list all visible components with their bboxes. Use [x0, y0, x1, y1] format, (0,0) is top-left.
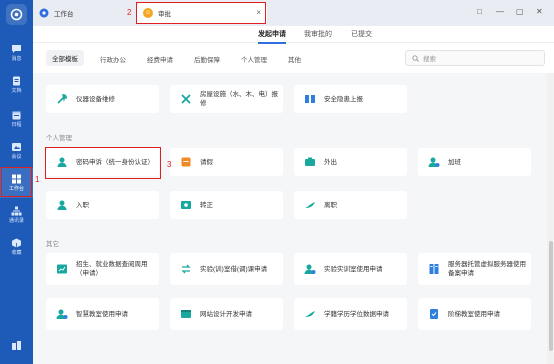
filter-personal[interactable]: 个人管理 [241, 54, 267, 64]
calendar-icon [12, 111, 21, 120]
document-icon [13, 76, 20, 86]
data-chart-icon [57, 264, 67, 274]
content-scrollbar[interactable] [547, 73, 554, 364]
building-icon[interactable] [11, 340, 22, 351]
template-card[interactable]: 学籍学历学位数据申请 [294, 298, 407, 330]
template-card[interactable]: 实验实训室使用申请 [294, 253, 407, 285]
sidebar-item-label: 文档 [11, 88, 22, 94]
swap-icon [181, 264, 191, 274]
template-card[interactable]: 离职 [294, 191, 407, 219]
filter-admin[interactable]: 行政办公 [100, 54, 126, 64]
sidebar-item-label: 消息 [11, 56, 22, 62]
filter-other[interactable]: 其他 [288, 54, 301, 64]
regularization-icon [181, 201, 191, 209]
approval-subtabs: 发起申请 我审批的 已提交 [33, 26, 554, 44]
tab-workbench[interactable]: 工作台 [39, 3, 129, 23]
annotation-box-password-appeal [45, 147, 161, 179]
template-card[interactable]: 入职 [46, 191, 159, 219]
maximize-icon[interactable]: ▢ [516, 7, 524, 16]
template-card[interactable]: 外出 [294, 148, 407, 176]
annotation-number: 2 [127, 8, 132, 17]
student-record-icon [305, 311, 315, 317]
filter-all[interactable]: 全部模板 [46, 50, 84, 66]
workbench-icon [39, 8, 49, 18]
template-card[interactable]: 请假 [170, 148, 283, 176]
annotation-number: 3 [167, 160, 172, 169]
search-icon [412, 54, 419, 62]
section-title-other: 其它 [46, 241, 59, 248]
lecture-hall-icon [430, 309, 438, 319]
cube-icon [12, 238, 21, 248]
approval-main: 发起申请 我审批的 已提交 全部模板 行政办公 经费申请 后勤保障 个人管理 其… [33, 26, 554, 364]
template-card[interactable]: 智慧教室使用申请 [46, 298, 159, 330]
minimize-icon[interactable]: — [496, 7, 504, 16]
template-card[interactable]: 招生、就业数据查阅周用（申请） [46, 253, 159, 285]
template-card[interactable]: 网站设计开发申请 [170, 298, 283, 330]
lab-user-icon [304, 264, 316, 274]
sidebar-item-label: 通讯录 [8, 218, 24, 224]
close-window-icon[interactable]: ✕ [536, 7, 543, 16]
sidebar-item-favorites[interactable]: 收藏 [0, 232, 33, 262]
sidebar-item-meeting[interactable]: 会议 [0, 136, 33, 166]
sidebar-item-label: 日程 [11, 122, 22, 128]
template-card[interactable]: 仪器设备维修 [46, 85, 159, 113]
template-card[interactable]: 转正 [170, 191, 283, 219]
pin-window-icon[interactable]: □ [477, 7, 482, 16]
sidebar-item-label: 会议 [11, 154, 22, 160]
annotation-number: 1 [35, 175, 40, 184]
template-card[interactable]: 安全隐患上报 [294, 85, 407, 113]
annotation-box-approval-tab [136, 2, 266, 24]
template-filter-bar: 全部模板 行政办公 经费申请 后勤保障 个人管理 其他 搜索 [33, 47, 554, 71]
video-icon [12, 143, 21, 151]
onboarding-icon [57, 200, 67, 210]
scrollbar-thumb[interactable] [549, 241, 553, 351]
sidebar-item-label: 收藏 [11, 250, 22, 256]
outing-icon [305, 157, 315, 166]
leave-icon [181, 157, 191, 167]
sidebar-item-docs[interactable]: 文档 [0, 70, 33, 100]
search-placeholder: 搜索 [423, 56, 436, 63]
overtime-icon [428, 157, 440, 167]
server-icon [429, 264, 439, 274]
app-logo [6, 4, 27, 25]
sidebar-item-messages[interactable]: 消息 [0, 38, 33, 68]
template-card[interactable]: 加班 [418, 148, 531, 176]
filter-logistics[interactable]: 后勤保障 [194, 54, 220, 64]
search-input[interactable]: 搜索 [405, 50, 545, 66]
classroom-icon [56, 309, 68, 319]
section-title-personal: 个人管理 [46, 135, 72, 142]
template-card[interactable]: 服务器托管虚拟服务器使用备案申请 [418, 253, 531, 285]
website-icon [181, 310, 191, 318]
sidebar-item-calendar[interactable]: 日程 [0, 104, 33, 134]
tab-submitted[interactable]: 已提交 [351, 29, 372, 39]
template-card[interactable]: 阶梯教室使用申请 [418, 298, 531, 330]
resignation-icon [305, 202, 315, 208]
chat-icon [12, 45, 21, 53]
tab-label: 工作台 [54, 11, 74, 18]
template-card[interactable]: 实验(训)室借(调)课申请 [170, 253, 283, 285]
report-icon [305, 95, 315, 103]
template-card[interactable]: 房屋设施（水、木、电）报修 [170, 85, 283, 113]
filter-funding[interactable]: 经费申请 [147, 54, 173, 64]
wrench-icon [57, 94, 67, 104]
org-chart-icon [11, 206, 22, 216]
sidebar-item-contacts[interactable]: 通讯录 [0, 200, 33, 230]
tools-icon [181, 94, 191, 104]
annotation-box-workbench [1, 167, 32, 197]
tab-initiate[interactable]: 发起申请 [258, 29, 286, 44]
tab-my-approvals[interactable]: 我审批的 [304, 29, 332, 39]
template-list: 仪器设备维修 房屋设施（水、木、电）报修 安全隐患上报 个人管理 密码申诉（统一… [33, 73, 547, 364]
window-tab-bar: 工作台 ☺ 审批 × □ — ▢ ✕ [33, 0, 554, 26]
